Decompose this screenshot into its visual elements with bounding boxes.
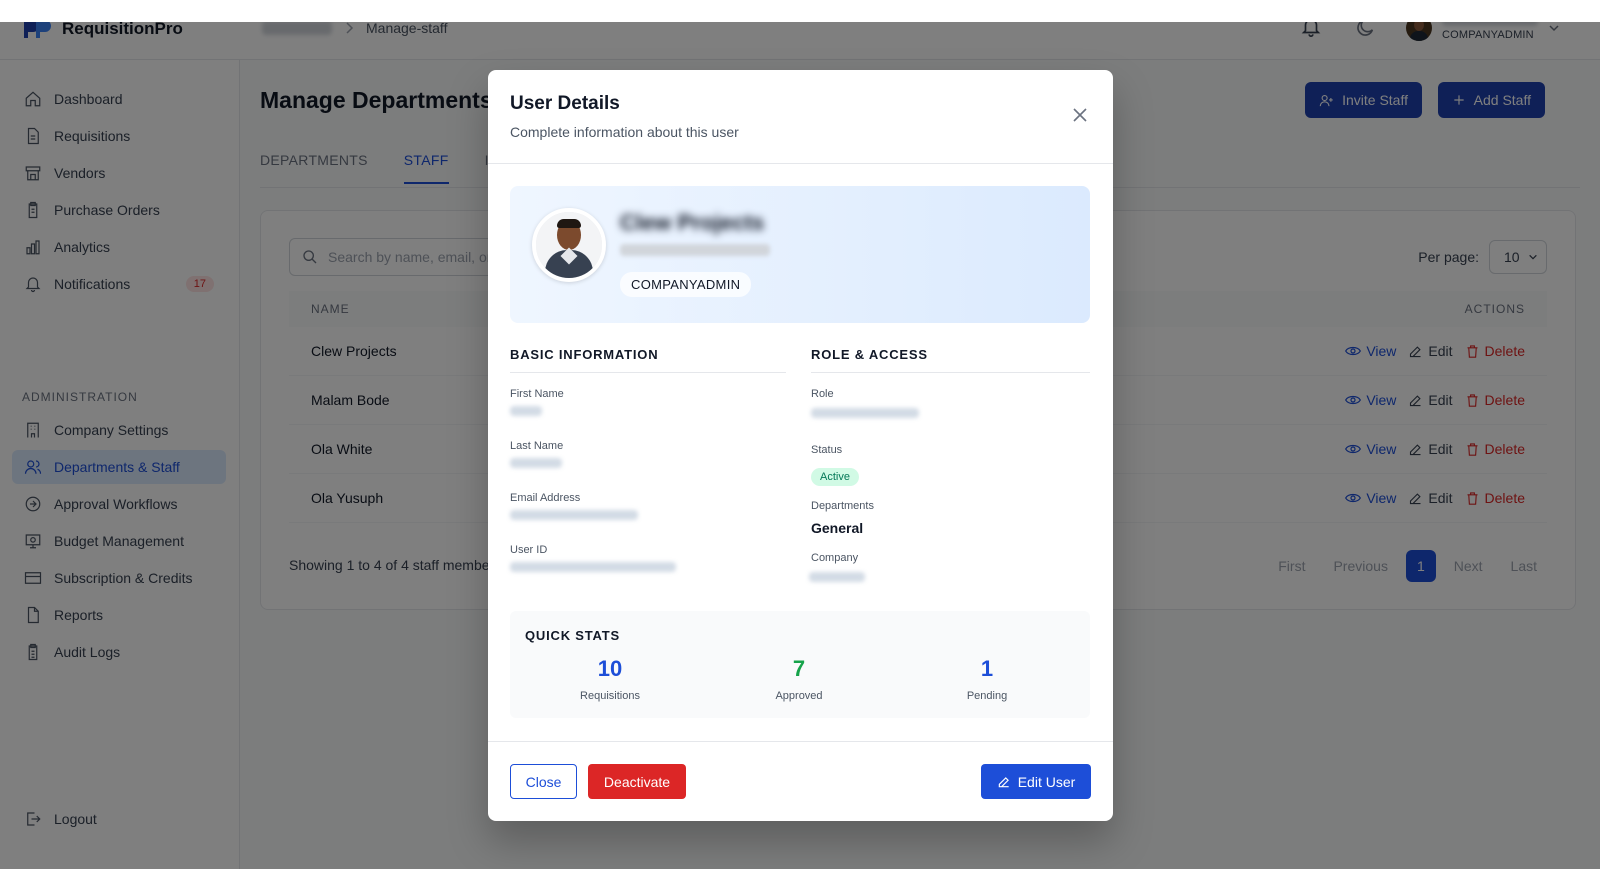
- profile-email: [620, 244, 770, 256]
- edit-user-button[interactable]: Edit User: [981, 764, 1091, 799]
- first-name-value: [510, 406, 542, 416]
- close-button[interactable]: Close: [510, 764, 577, 799]
- browser-top-strip: [0, 0, 1600, 22]
- quick-stats: QUICK STATS 10 Requisitions 7 Approved 1…: [510, 611, 1090, 718]
- stat-pending: 1 Pending: [907, 656, 1067, 702]
- edit-user-label: Edit User: [1017, 773, 1076, 790]
- stat-approved: 7 Approved: [719, 656, 879, 702]
- role-value: [811, 408, 919, 418]
- departments-label: Departments: [811, 500, 874, 512]
- user-id-value: [510, 562, 676, 572]
- stat-value: 7: [792, 656, 806, 681]
- section-divider: [811, 372, 1090, 373]
- role-access-header: ROLE & ACCESS: [811, 347, 928, 362]
- modal-subtitle: Complete information about this user: [510, 124, 739, 140]
- close-icon[interactable]: [1071, 106, 1089, 124]
- user-id-label: User ID: [510, 544, 548, 556]
- modal-header-divider: [488, 163, 1113, 164]
- quick-stats-header: QUICK STATS: [525, 628, 620, 643]
- status-label: Status: [811, 444, 843, 456]
- status-badge: Active: [811, 468, 859, 486]
- avatar: [532, 208, 606, 282]
- company-value: [809, 572, 865, 582]
- basic-information-header: BASIC INFORMATION: [510, 347, 659, 362]
- last-name-label: Last Name: [510, 440, 564, 452]
- modal-footer-divider: [488, 741, 1113, 742]
- stat-label: Pending: [966, 690, 1008, 702]
- stat-value: 1: [980, 656, 994, 681]
- stat-requisitions: 10 Requisitions: [530, 656, 690, 702]
- profile-name: Clew Projects: [620, 210, 765, 235]
- stat-label: Approved: [775, 690, 823, 702]
- first-name-label: First Name: [510, 388, 564, 400]
- deactivate-button[interactable]: Deactivate: [588, 764, 686, 799]
- stat-label: Requisitions: [580, 690, 640, 702]
- company-label: Company: [811, 552, 859, 564]
- profile-role-badge: COMPANYADMIN: [620, 272, 752, 297]
- user-details-modal: User Details Complete information about …: [488, 70, 1113, 821]
- section-divider: [510, 372, 786, 373]
- email-value: [510, 510, 638, 520]
- departments-value: General: [811, 520, 864, 536]
- role-label: Role: [811, 388, 834, 400]
- profile-banner: Clew Projects COMPANYADMIN: [510, 186, 1090, 323]
- stat-value: 10: [597, 656, 623, 681]
- edit-icon: [998, 776, 1009, 787]
- last-name-value: [510, 458, 562, 468]
- email-label: Email Address: [510, 492, 581, 504]
- modal-title: User Details: [510, 93, 620, 114]
